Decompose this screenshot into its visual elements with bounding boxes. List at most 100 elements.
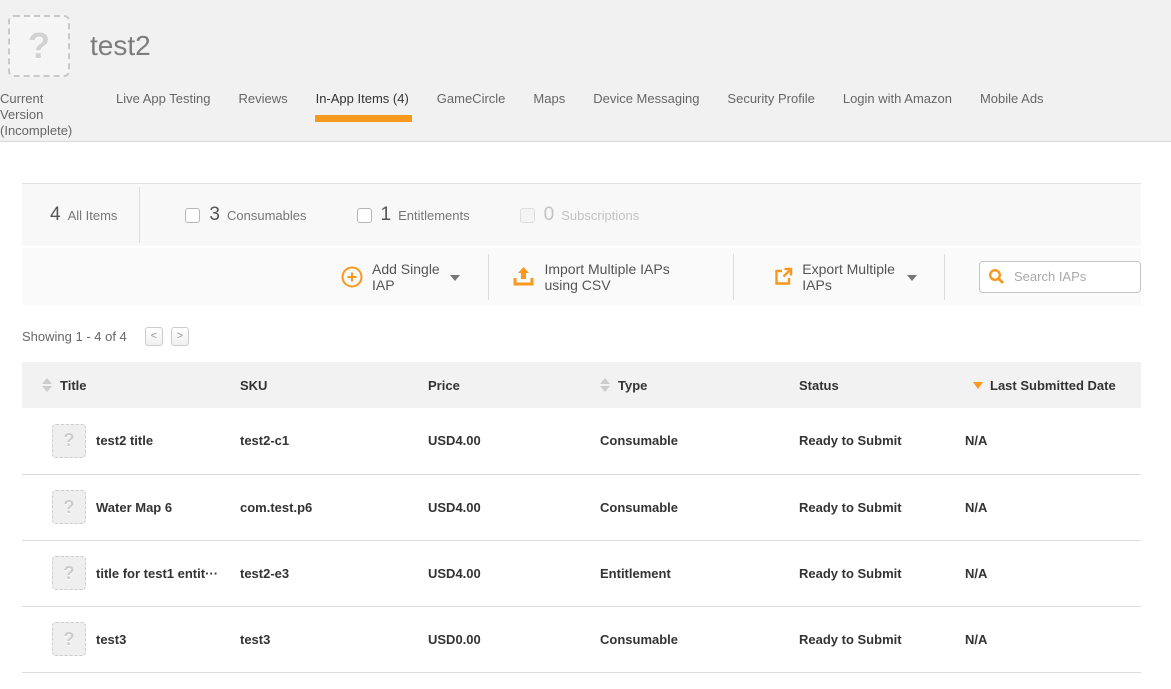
app-header: ? test2 Current Version (Incomplete) Liv… (0, 0, 1171, 142)
tab-sublabel: (Incomplete) (0, 123, 88, 139)
export-icon (774, 267, 793, 286)
column-header-status: Status (799, 362, 965, 408)
item-placeholder-icon: ? (52, 490, 86, 524)
tab-gamecircle[interactable]: GameCircle (437, 91, 506, 129)
export-iaps-label: Export Multiple IAPs (802, 261, 901, 293)
tab-in-app-items[interactable]: In-App Items (4) (316, 91, 409, 129)
iap-action-bar: Add Single IAP Import Multiple IAPs usin… (22, 248, 1141, 305)
upload-icon (512, 266, 535, 287)
search-iaps-box[interactable] (979, 261, 1141, 293)
add-single-iap-label: Add Single IAP (372, 261, 444, 293)
filter-consumables[interactable]: 3 Consumables (185, 204, 306, 226)
consumables-count: 3 (209, 204, 220, 226)
tab-maps[interactable]: Maps (533, 91, 565, 129)
sort-descending-icon[interactable] (973, 382, 983, 389)
column-header-sku: SKU (240, 362, 428, 408)
item-type: Consumable (600, 606, 799, 672)
item-title[interactable]: test3 (96, 632, 126, 647)
column-sku-label: SKU (240, 378, 267, 393)
action-divider (733, 254, 734, 300)
filter-all-items[interactable]: 4 All Items (22, 204, 117, 226)
page-title: test2 (90, 30, 151, 62)
plus-circle-icon (341, 266, 363, 288)
item-last-submitted: N/A (965, 474, 1141, 540)
subscriptions-checkbox (520, 208, 535, 223)
tab-reviews[interactable]: Reviews (238, 91, 287, 129)
export-iaps-button[interactable]: Export Multiple IAPs (774, 261, 917, 293)
table-row[interactable]: ? title for test1 entit··· test2-e3 USD4… (22, 540, 1141, 606)
column-title-label: Title (60, 378, 87, 393)
entitlements-label: Entitlements (398, 208, 470, 223)
chevron-down-icon (907, 275, 917, 281)
item-sku: com.test.p6 (240, 474, 428, 540)
app-identity: ? test2 (0, 0, 1171, 78)
column-header-price: Price (428, 362, 600, 408)
table-row[interactable]: ? Water Map 6 com.test.p6 USD4.00 Consum… (22, 474, 1141, 540)
action-divider (944, 254, 945, 300)
consumables-checkbox[interactable] (185, 208, 200, 223)
item-placeholder-icon: ? (52, 556, 86, 590)
item-status: Ready to Submit (799, 408, 965, 474)
filter-entitlements[interactable]: 1 Entitlements (357, 204, 470, 226)
item-price: USD0.00 (428, 606, 600, 672)
tab-live-app-testing[interactable]: Live App Testing (116, 91, 210, 129)
item-title[interactable]: Water Map 6 (96, 500, 172, 515)
column-header-type[interactable]: Type (600, 362, 799, 408)
item-placeholder-icon: ? (52, 622, 86, 656)
pagination: Showing 1 - 4 of 4 < > (22, 326, 1141, 346)
filter-divider (139, 187, 140, 243)
item-title[interactable]: title for test1 entit··· (96, 566, 218, 581)
item-price: USD4.00 (428, 540, 600, 606)
table-header-row: Title SKU Price Type Status Last Submitt… (22, 362, 1141, 408)
table-row[interactable]: ? test3 test3 USD0.00 Consumable Ready t… (22, 606, 1141, 672)
item-type: Entitlement (600, 540, 799, 606)
filter-subscriptions: 0 Subscriptions (520, 204, 640, 226)
subscriptions-label: Subscriptions (561, 208, 639, 223)
column-header-last-submitted[interactable]: Last Submitted Date (965, 362, 1141, 408)
item-type: Consumable (600, 474, 799, 540)
item-status: Ready to Submit (799, 474, 965, 540)
tab-device-messaging[interactable]: Device Messaging (593, 91, 699, 129)
search-iaps-input[interactable] (1012, 268, 1132, 285)
column-price-label: Price (428, 378, 460, 393)
tab-mobile-ads[interactable]: Mobile Ads (980, 91, 1044, 129)
column-type-label: Type (618, 378, 647, 393)
prev-page-button[interactable]: < (145, 327, 163, 346)
item-sku: test2-c1 (240, 408, 428, 474)
item-price: USD4.00 (428, 408, 600, 474)
table-row[interactable]: ? test2 title test2-c1 USD4.00 Consumabl… (22, 408, 1141, 474)
consumables-label: Consumables (227, 208, 307, 223)
tab-security-profile[interactable]: Security Profile (727, 91, 814, 129)
next-page-button[interactable]: > (171, 327, 189, 346)
item-price: USD4.00 (428, 474, 600, 540)
app-placeholder-icon: ? (8, 15, 70, 77)
tab-login-with-amazon[interactable]: Login with Amazon (843, 91, 952, 129)
item-sku: test2-e3 (240, 540, 428, 606)
sort-icon[interactable] (600, 378, 610, 392)
app-nav-tabs: Current Version (Incomplete) Live App Te… (0, 91, 1171, 161)
entitlements-checkbox[interactable] (357, 208, 372, 223)
column-status-label: Status (799, 378, 839, 393)
item-last-submitted: N/A (965, 540, 1141, 606)
import-iaps-csv-button[interactable]: Import Multiple IAPs using CSV (512, 261, 703, 293)
tab-current-version[interactable]: Current Version (Incomplete) (0, 91, 88, 161)
item-status: Ready to Submit (799, 606, 965, 672)
action-divider (488, 254, 489, 300)
all-items-label: All Items (68, 208, 118, 223)
sort-icon[interactable] (42, 378, 52, 392)
item-sku: test3 (240, 606, 428, 672)
column-last-submitted-label: Last Submitted Date (990, 378, 1116, 393)
entitlements-count: 1 (381, 204, 392, 226)
item-last-submitted: N/A (965, 408, 1141, 474)
item-placeholder-icon: ? (52, 424, 86, 458)
add-single-iap-button[interactable]: Add Single IAP (341, 261, 460, 293)
item-last-submitted: N/A (965, 606, 1141, 672)
subscriptions-count: 0 (544, 204, 555, 226)
column-header-title[interactable]: Title (22, 362, 240, 408)
showing-range-text: Showing 1 - 4 of 4 (22, 329, 127, 344)
iap-filter-bar: 4 All Items 3 Consumables 1 Entitlements… (22, 183, 1141, 246)
item-status: Ready to Submit (799, 540, 965, 606)
tab-label: Current Version (0, 91, 43, 122)
item-title[interactable]: test2 title (96, 433, 153, 448)
import-iaps-csv-label: Import Multiple IAPs using CSV (544, 261, 703, 293)
